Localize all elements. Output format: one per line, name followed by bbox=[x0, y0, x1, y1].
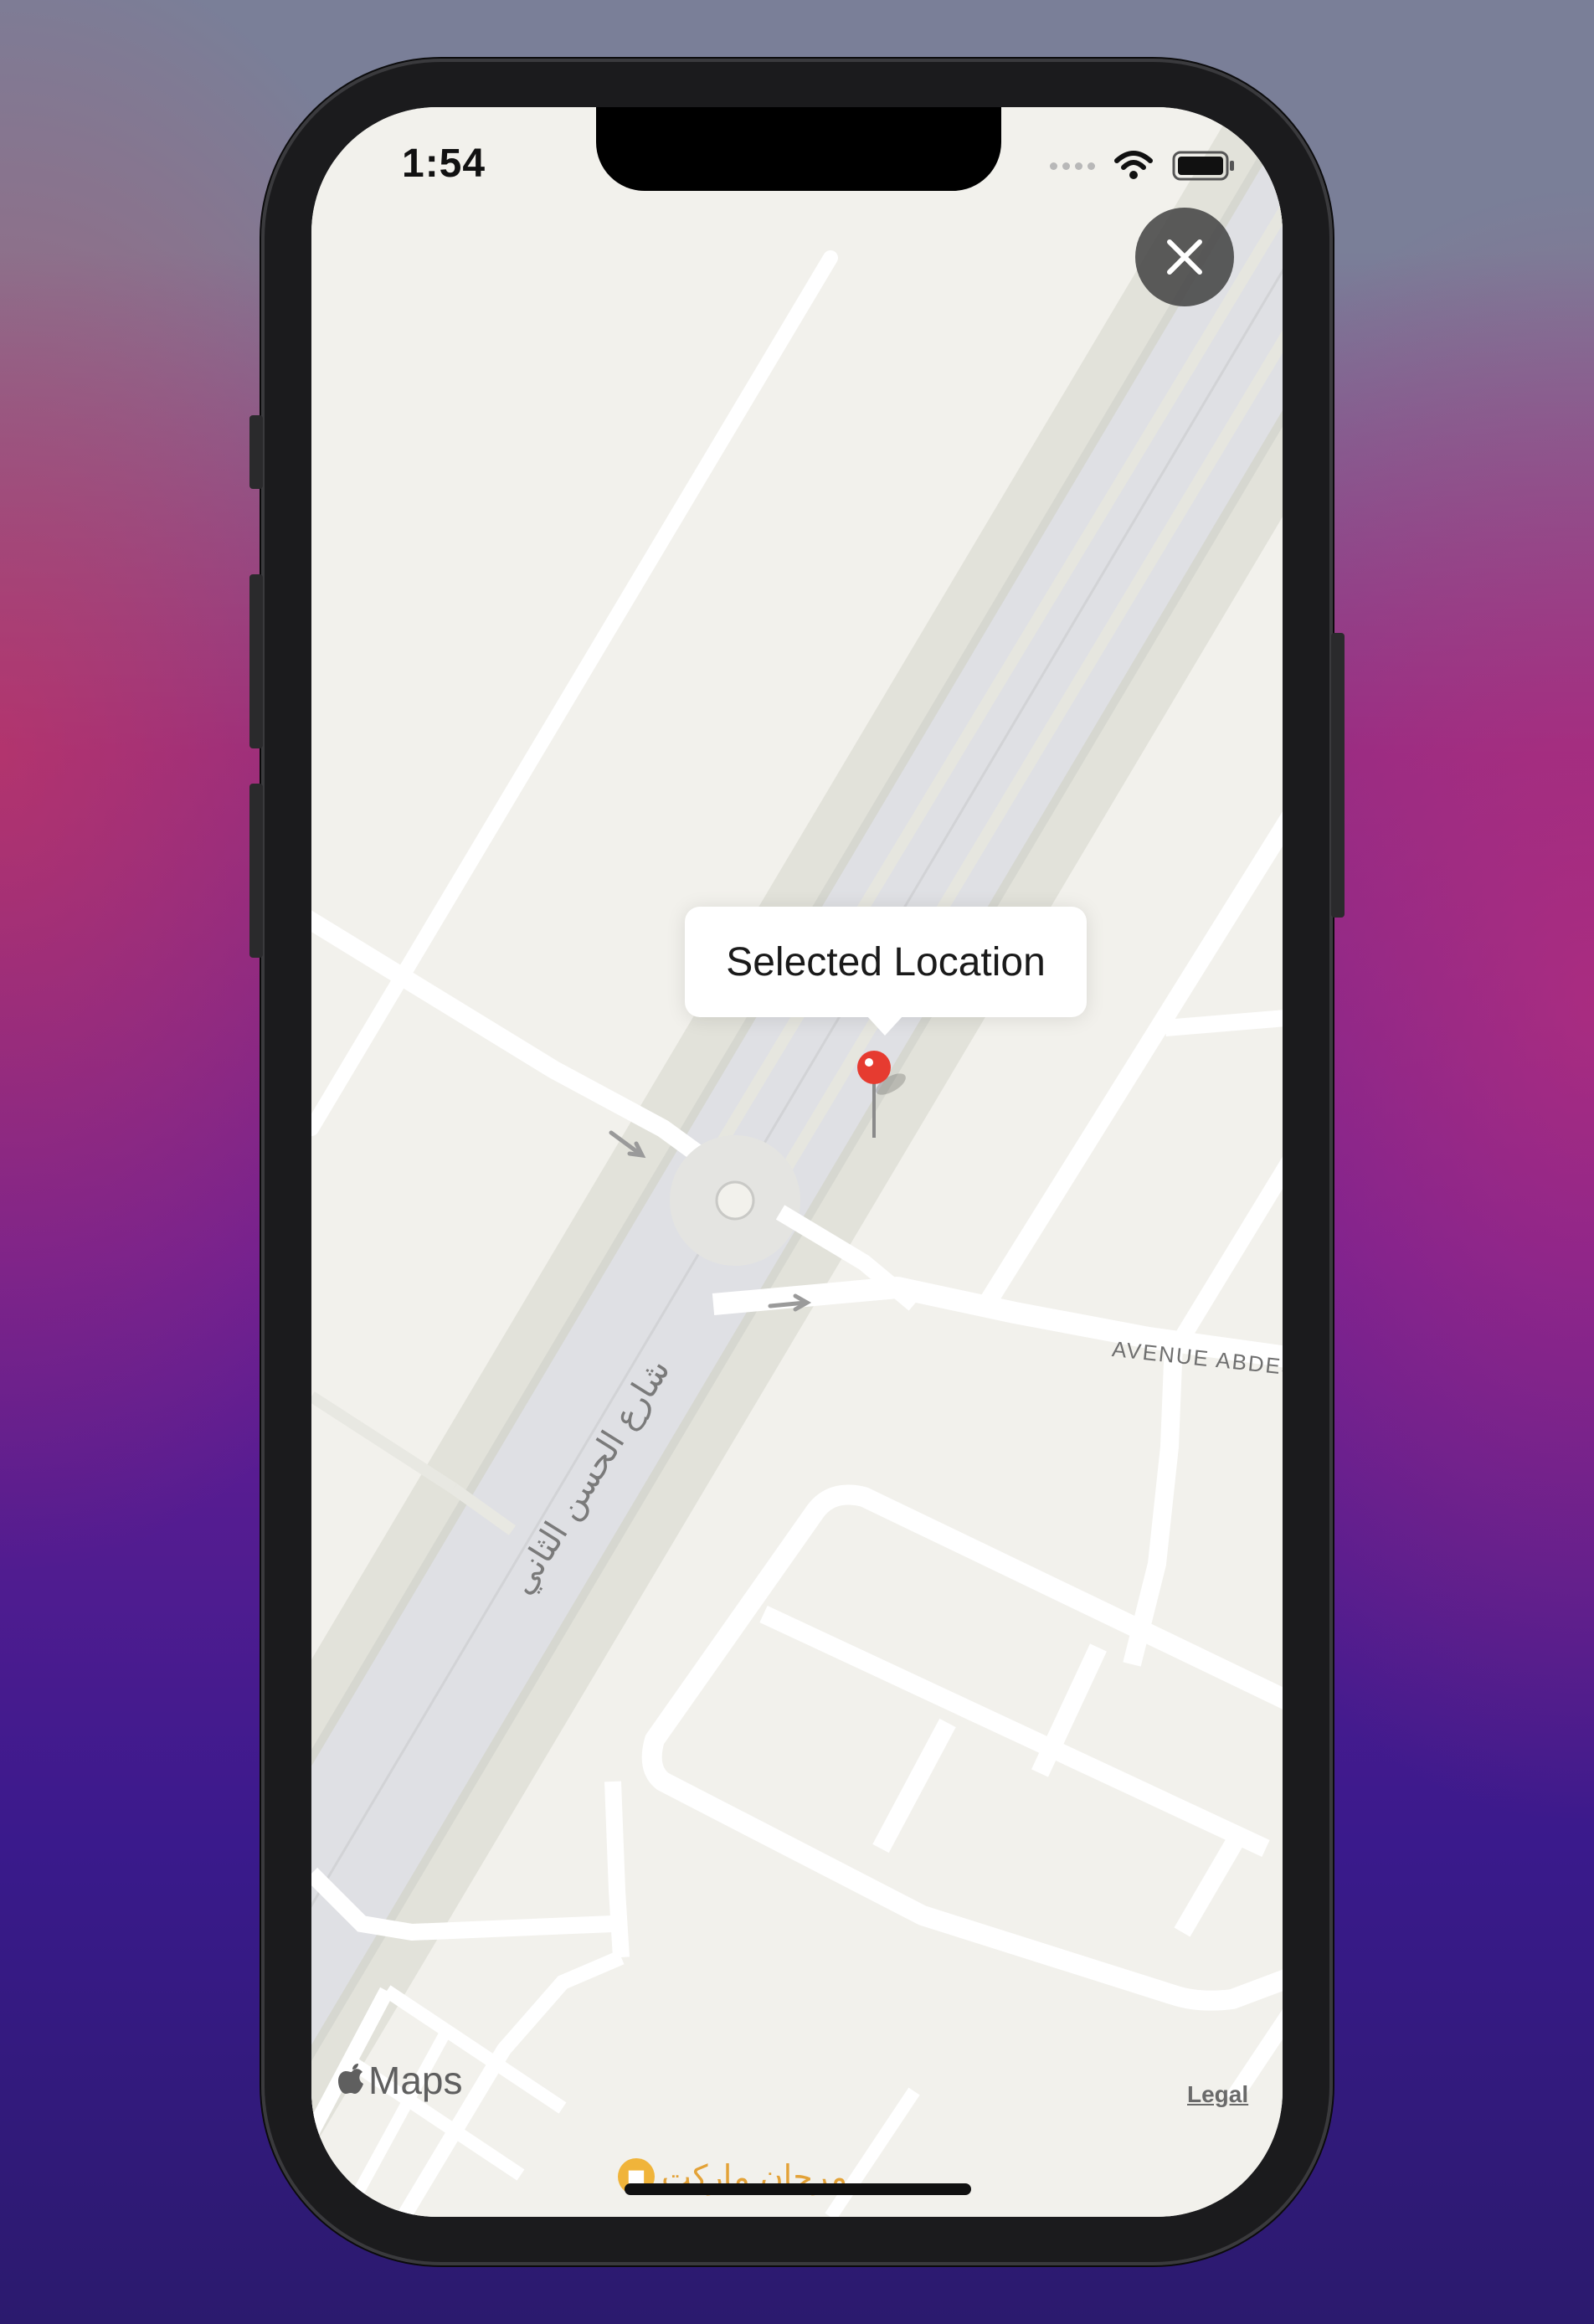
home-indicator[interactable] bbox=[625, 2183, 971, 2195]
close-icon bbox=[1167, 239, 1202, 275]
map-pin-icon[interactable] bbox=[854, 1051, 929, 1151]
close-button[interactable] bbox=[1135, 208, 1234, 306]
status-time: 1:54 bbox=[402, 141, 486, 186]
callout-pointer bbox=[866, 1015, 903, 1036]
power-button bbox=[1331, 633, 1345, 918]
battery-icon bbox=[1172, 151, 1234, 181]
cellular-signal-icon bbox=[1050, 162, 1095, 170]
legal-link[interactable]: Legal bbox=[1187, 2081, 1248, 2108]
volume-down-button bbox=[249, 784, 263, 958]
callout-title: Selected Location bbox=[726, 939, 1046, 985]
maps-brand-label: Maps bbox=[368, 2059, 463, 2102]
map-view[interactable] bbox=[311, 107, 1283, 2217]
volume-up-button bbox=[249, 574, 263, 748]
phone-screen: AVENUE ABDES شارع الحسن الثاني Selected … bbox=[311, 107, 1283, 2217]
selected-location-callout[interactable]: Selected Location bbox=[685, 907, 1087, 1017]
apple-logo-icon bbox=[338, 2064, 363, 2094]
apple-maps-attribution: Maps bbox=[337, 2058, 462, 2103]
status-icons bbox=[1050, 151, 1236, 181]
wifi-icon bbox=[1114, 151, 1153, 179]
device-notch bbox=[596, 107, 1001, 191]
silent-switch bbox=[249, 415, 263, 489]
